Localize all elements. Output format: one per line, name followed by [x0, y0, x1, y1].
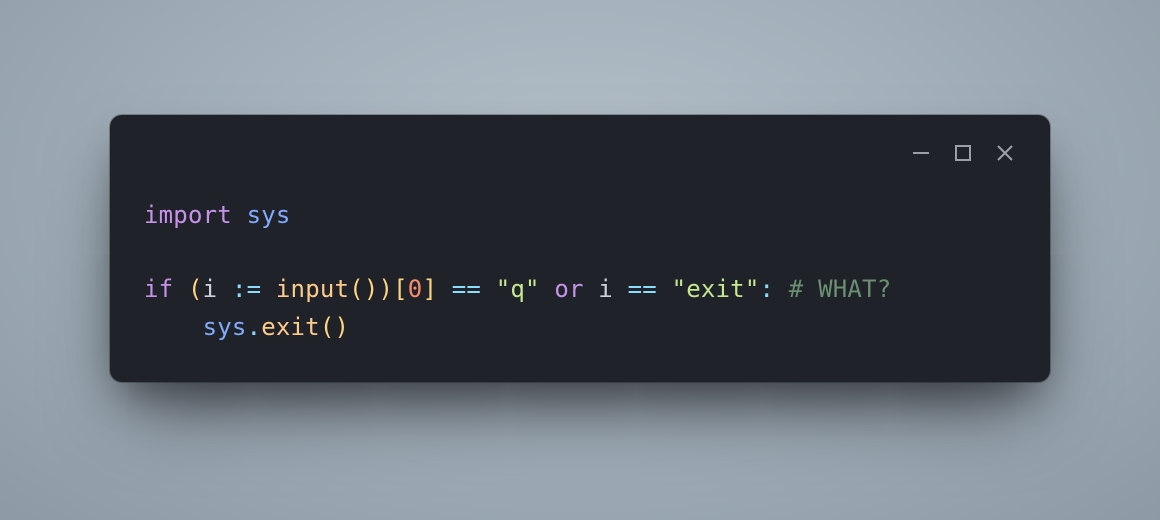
- keyword-if: if: [144, 275, 173, 303]
- bracket-open: [: [393, 275, 408, 303]
- code-line-3: if (i := input())[0] == "q" or i == "exi…: [144, 275, 891, 303]
- paren-open-3: (: [320, 313, 335, 341]
- operator-eq-2: ==: [628, 275, 657, 303]
- code-line-4: sys.exit(): [144, 313, 349, 341]
- module-sys-2: sys: [203, 313, 247, 341]
- minimize-icon[interactable]: [910, 142, 932, 164]
- comment: # WHAT?: [789, 275, 892, 303]
- paren-open-2: (: [349, 275, 364, 303]
- module-sys: sys: [247, 201, 291, 229]
- code-line-1: import sys: [144, 201, 291, 229]
- func-exit: exit: [261, 313, 320, 341]
- close-icon[interactable]: [994, 142, 1016, 164]
- string-q: "q": [496, 275, 540, 303]
- code-window: import sys if (i := input())[0] == "q" o…: [110, 115, 1050, 382]
- operator-eq: ==: [452, 275, 481, 303]
- paren-close-3: ): [334, 313, 349, 341]
- number-zero: 0: [408, 275, 423, 303]
- keyword-or: or: [554, 275, 583, 303]
- bracket-close: ]: [422, 275, 437, 303]
- paren-close: ): [378, 275, 393, 303]
- keyword-import: import: [144, 201, 232, 229]
- dot: .: [247, 313, 262, 341]
- maximize-icon[interactable]: [952, 142, 974, 164]
- colon: :: [759, 275, 774, 303]
- func-input: input: [276, 275, 349, 303]
- identifier-i: i: [203, 275, 218, 303]
- indent: [144, 313, 203, 341]
- code-block: import sys if (i := input())[0] == "q" o…: [144, 197, 1016, 346]
- identifier-i-2: i: [598, 275, 613, 303]
- window-titlebar: [144, 139, 1016, 167]
- paren-open: (: [188, 275, 203, 303]
- string-exit: "exit": [672, 275, 760, 303]
- paren-close-2: ): [364, 275, 379, 303]
- operator-walrus: :=: [232, 275, 261, 303]
